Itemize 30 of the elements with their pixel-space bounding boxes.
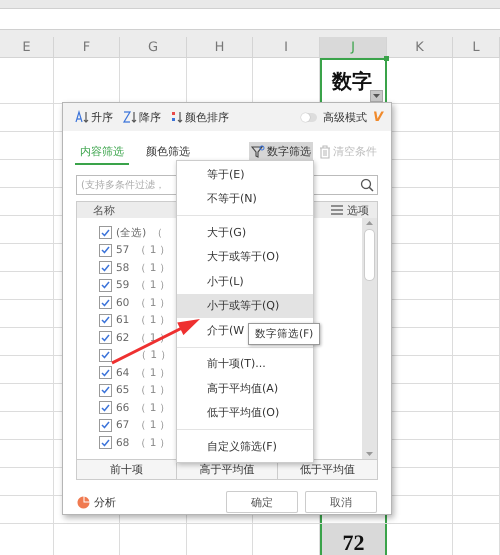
item-label: (全选) [116,226,146,240]
column-heading: 名称 [93,202,115,218]
tooltip: 数字筛选(F) [248,323,320,345]
item-count: （ 1 ） [135,296,171,310]
item-count: （ 1 ） [135,400,171,415]
item-count: （ 1 ） [136,348,172,362]
vip-label: V [372,110,383,124]
cell-text: 数字 [332,68,372,95]
item-count: （ 1 ） [135,278,171,292]
item-label: 67 [116,419,130,432]
item-count: （ 1 ） [135,313,171,328]
item-count: （ 1 ） [135,366,171,380]
item-label: 59 [116,279,130,292]
item-label: 60 [116,296,130,309]
item-label: 57 [116,244,130,256]
item-label: 65 [116,384,130,396]
item-label: 68 [116,436,130,449]
toggle-label: 高级模式 [322,110,367,124]
table-cell: 72 [320,524,387,555]
item-label: 62 [116,332,130,344]
item-count: （ 1 ） [135,260,171,275]
item-count: （ [152,226,164,240]
item-count: （ 1 ） [135,418,171,432]
item-count: （ 1 ） [135,383,171,398]
item-count: （ 1 ） [135,243,171,258]
item-label: 64 [116,366,130,379]
item-count: （ 1 ） [135,436,171,450]
item-label: 66 [116,402,130,414]
item-label: 58 [116,262,130,274]
item-label: 61 [116,314,130,326]
